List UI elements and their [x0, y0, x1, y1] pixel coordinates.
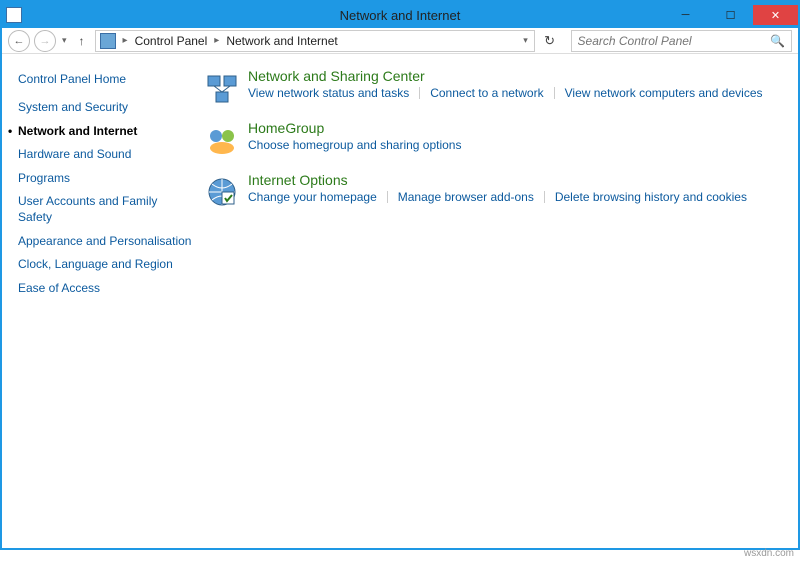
- category-row: Network and Sharing Center View network s…: [204, 68, 786, 106]
- search-input[interactable]: [578, 34, 771, 48]
- address-dropdown[interactable]: ▾: [518, 35, 534, 46]
- sidebar-list: System and Security Network and Internet H…: [18, 100, 192, 296]
- close-button[interactable]: ✕: [753, 5, 798, 25]
- network-center-icon[interactable]: [204, 70, 240, 106]
- category-row: Internet Options Change your homepage Mana…: [204, 172, 786, 210]
- back-button[interactable]: ←: [8, 30, 30, 52]
- category-title[interactable]: HomeGroup: [248, 120, 786, 136]
- sidebar-item-appearance-and-personalisation[interactable]: Appearance and Personalisation: [18, 234, 192, 250]
- control-panel-icon: [100, 33, 116, 49]
- sidebar-item-network-and-internet[interactable]: Network and Internet: [18, 124, 192, 140]
- task-link[interactable]: Choose homegroup and sharing options: [248, 138, 461, 152]
- separator: [544, 191, 545, 203]
- separator: [419, 87, 420, 99]
- history-dropdown[interactable]: ▾: [60, 35, 69, 46]
- homegroup-icon[interactable]: [204, 122, 240, 158]
- sidebar-item-user-accounts-and-family-safety[interactable]: User Accounts and Family Safety: [18, 194, 192, 225]
- internet-options-icon[interactable]: [204, 174, 240, 210]
- content-body: Control Panel Home System and Security Ne…: [2, 54, 798, 548]
- category-title[interactable]: Network and Sharing Center: [248, 68, 786, 84]
- sidebar-home[interactable]: Control Panel Home: [18, 72, 192, 86]
- task-link[interactable]: Connect to a network: [430, 86, 543, 100]
- titlebar: Network and Internet ─ ☐ ✕: [2, 2, 798, 28]
- breadcrumb[interactable]: ▸ Control Panel ▸ Network and Internet ▾: [95, 30, 535, 52]
- sidebar-item-clock-language-and-region[interactable]: Clock, Language and Region: [18, 257, 192, 273]
- task-link[interactable]: Manage browser add-ons: [398, 190, 534, 204]
- category-row: HomeGroup Choose homegroup and sharing op…: [204, 120, 786, 158]
- maximize-button[interactable]: ☐: [708, 5, 753, 25]
- chevron-right-icon: ▸: [209, 35, 224, 46]
- sidebar-item-system-and-security[interactable]: System and Security: [18, 100, 192, 116]
- main-panel: Network and Sharing Center View network s…: [200, 54, 798, 548]
- chevron-right-icon: ▸: [118, 35, 133, 46]
- sidebar-item-hardware-and-sound[interactable]: Hardware and Sound: [18, 147, 192, 163]
- crumb-current[interactable]: Network and Internet: [224, 33, 339, 49]
- task-link[interactable]: Change your homepage: [248, 190, 377, 204]
- search-icon[interactable]: 🔍: [770, 34, 785, 48]
- task-link[interactable]: View network status and tasks: [248, 86, 409, 100]
- search-box[interactable]: 🔍: [571, 30, 792, 52]
- address-bar: ← → ▾ ↑ ▸ Control Panel ▸ Network and In…: [2, 28, 798, 54]
- refresh-button[interactable]: ↻: [539, 30, 561, 52]
- crumb-root[interactable]: Control Panel: [133, 33, 210, 49]
- watermark: wsxdn.com: [744, 548, 794, 559]
- task-link[interactable]: Delete browsing history and cookies: [555, 190, 747, 204]
- forward-button[interactable]: →: [34, 30, 56, 52]
- separator: [554, 87, 555, 99]
- category-title[interactable]: Internet Options: [248, 172, 786, 188]
- up-button[interactable]: ↑: [73, 32, 91, 50]
- task-link[interactable]: View network computers and devices: [565, 86, 763, 100]
- sidebar-item-ease-of-access[interactable]: Ease of Access: [18, 281, 192, 297]
- app-icon: [6, 7, 22, 23]
- minimize-button[interactable]: ─: [663, 5, 708, 25]
- sidebar-item-programs[interactable]: Programs: [18, 171, 192, 187]
- control-panel-window: Network and Internet ─ ☐ ✕ ← → ▾ ↑ ▸ Con…: [0, 0, 800, 550]
- separator: [387, 191, 388, 203]
- sidebar: Control Panel Home System and Security Ne…: [2, 54, 200, 548]
